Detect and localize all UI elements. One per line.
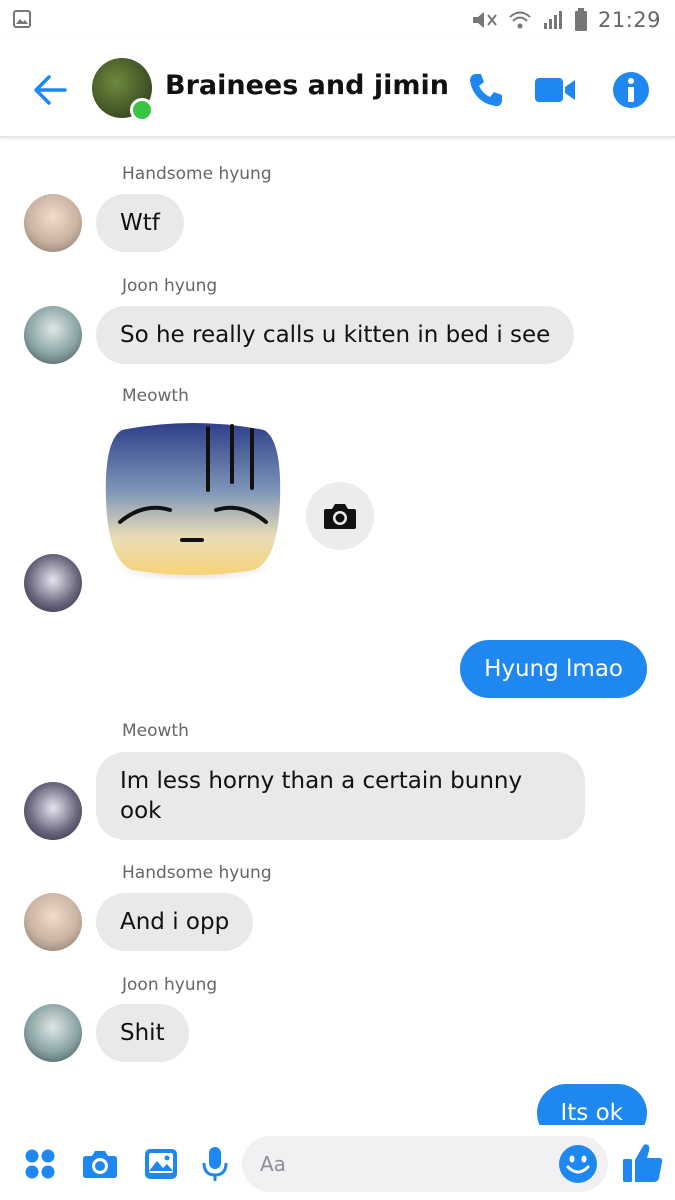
sender-name: Joon hyung <box>122 975 218 995</box>
share-camera-button[interactable] <box>306 482 374 550</box>
conversation-header: Brainees and jimin <box>0 40 675 138</box>
avatar[interactable] <box>24 306 82 364</box>
status-bar: 21:29 <box>0 0 675 40</box>
avatar[interactable] <box>24 194 82 252</box>
signal-icon <box>543 11 562 29</box>
message-line: Im less horny than a certain bunny <box>120 768 523 794</box>
message-line: ook <box>120 798 162 824</box>
video-camera-icon <box>535 78 575 102</box>
outgoing-message-bubble[interactable]: Hyung lmao <box>460 640 647 698</box>
info-icon <box>613 72 649 108</box>
message-input-container[interactable] <box>242 1136 608 1192</box>
camera-button[interactable] <box>80 1144 120 1184</box>
avatar[interactable] <box>24 554 82 612</box>
mute-icon <box>472 12 497 28</box>
video-call-button[interactable] <box>533 68 577 112</box>
online-status-indicator <box>130 98 154 122</box>
message-bubble[interactable]: Im less horny than a certain bunny ook <box>96 752 585 840</box>
message-bubble[interactable]: Shit <box>96 1004 189 1062</box>
sender-name: Meowth <box>122 386 189 406</box>
sender-name: Handsome hyung <box>122 863 272 883</box>
apps-grid-icon <box>25 1149 55 1179</box>
back-button[interactable] <box>30 70 70 110</box>
conversation-info-button[interactable] <box>609 68 653 112</box>
thumbs-up-icon <box>623 1144 663 1182</box>
message-input[interactable] <box>260 1146 540 1182</box>
clock-time: 21:29 <box>597 8 661 32</box>
gallery-button[interactable] <box>141 1144 181 1184</box>
camera-icon <box>83 1151 117 1178</box>
emoji-icon[interactable] <box>558 1144 598 1184</box>
avatar[interactable] <box>24 1004 82 1062</box>
message-bubble[interactable]: Wtf <box>96 194 184 252</box>
back-arrow-icon <box>34 75 67 105</box>
like-button[interactable] <box>620 1140 666 1186</box>
avatar[interactable] <box>24 893 82 951</box>
message-bubble[interactable]: So he really calls u kitten in bed i see <box>96 306 575 364</box>
battery-icon <box>574 8 587 31</box>
more-actions-button[interactable] <box>20 1144 60 1184</box>
outgoing-message-bubble[interactable]: Its ok <box>536 1084 647 1125</box>
voice-message-button[interactable] <box>195 1144 235 1184</box>
message-composer <box>0 1128 675 1200</box>
phone-icon <box>470 74 502 107</box>
sender-name: Handsome hyung <box>122 164 272 184</box>
sender-name: Joon hyung <box>122 276 218 296</box>
avatar[interactable] <box>24 782 82 840</box>
camera-icon <box>324 504 356 529</box>
image-notification-icon <box>13 10 31 28</box>
message-bubble[interactable]: And i opp <box>96 893 254 951</box>
message-list[interactable]: Handsome hyung Wtf Joon hyung So he real… <box>0 140 675 1125</box>
wifi-icon <box>509 11 531 29</box>
sender-name: Meowth <box>122 721 189 741</box>
conversation-title[interactable]: Brainees and jimin <box>165 70 449 101</box>
gallery-icon <box>145 1149 177 1179</box>
tired-face-sticker[interactable] <box>104 420 282 584</box>
microphone-icon <box>202 1147 228 1181</box>
voice-call-button[interactable] <box>464 68 508 112</box>
